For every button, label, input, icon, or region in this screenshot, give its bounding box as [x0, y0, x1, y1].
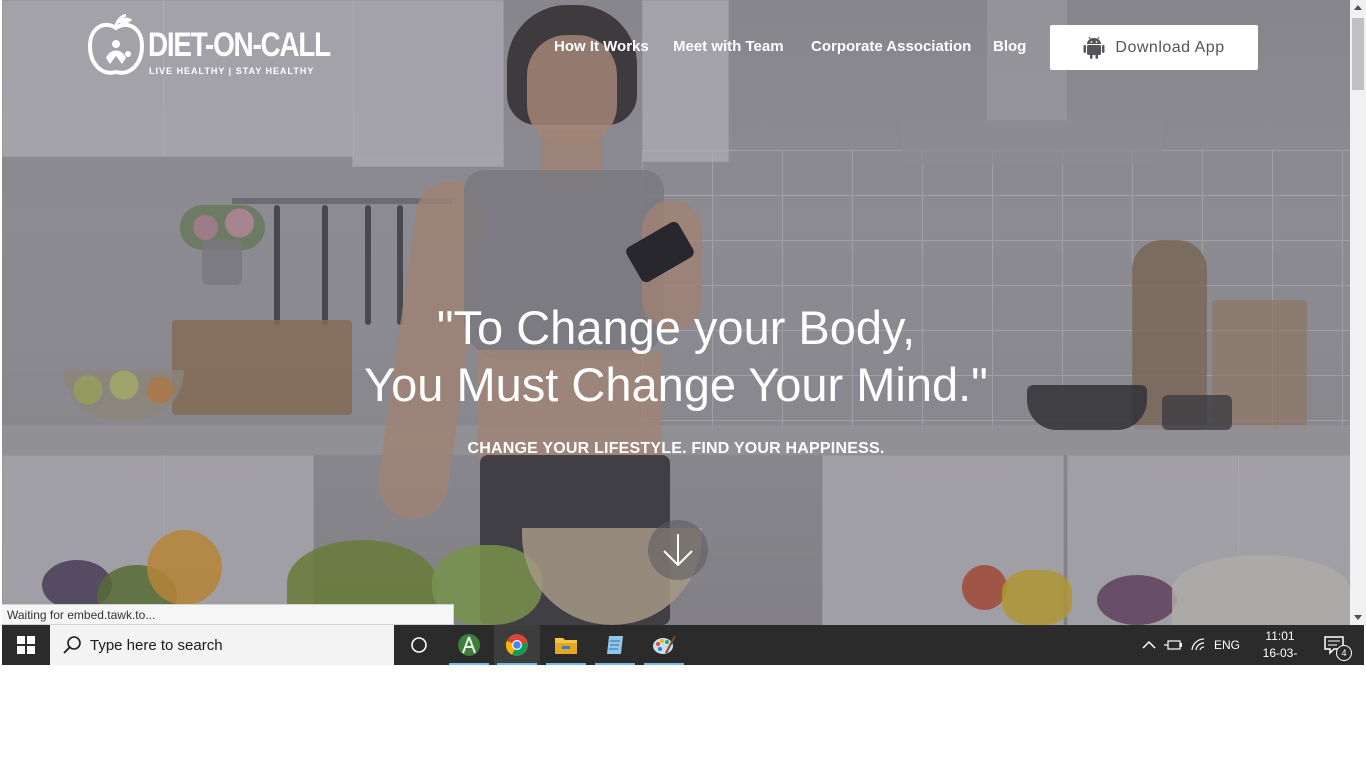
running-indicator [546, 663, 586, 665]
paint-icon [653, 635, 676, 654]
nav-blog[interactable]: Blog [993, 38, 1026, 58]
cortana-button[interactable] [402, 625, 436, 665]
running-indicator [595, 663, 635, 665]
wifi-icon [1191, 638, 1205, 651]
tray-clock[interactable]: 11:01 16-03-2020 [1250, 628, 1310, 679]
chrome-icon [505, 634, 528, 656]
browser-status-bar: Waiting for embed.tawk.to... [2, 604, 454, 625]
taskbar-app-notepad[interactable] [592, 625, 638, 665]
android-studio-icon [458, 634, 480, 656]
download-app-label: Download App [1115, 38, 1225, 56]
nav-how-it-works[interactable]: How It Works [554, 38, 649, 58]
logo-title: DIET-ON-CALL [148, 26, 331, 64]
site-logo[interactable]: DIET-ON-CALL LIVE HEALTHY | STAY HEALTHY [86, 12, 331, 82]
hero-quote-line1: "To Change your Body, [436, 301, 916, 354]
taskbar-app-file-explorer[interactable] [543, 625, 589, 665]
taskbar-app-paint[interactable] [641, 625, 687, 665]
scrollbar-thumb[interactable] [1352, 18, 1364, 90]
clock-date: 16-03-2020 [1262, 646, 1298, 677]
taskbar-app-android-studio[interactable] [446, 625, 492, 665]
taskbar-search-box[interactable]: Type here to search [50, 625, 394, 665]
page-scrollbar[interactable] [1350, 0, 1366, 625]
running-indicator [644, 663, 684, 665]
windows-logo-icon [17, 636, 35, 654]
apple-logo-icon [87, 14, 145, 75]
windows-taskbar: Type here to search ENG 11:01 16-03-2020… [2, 625, 1364, 677]
search-placeholder: Type here to search [90, 636, 223, 654]
start-button[interactable] [2, 625, 50, 665]
battery-plug-icon [1164, 640, 1182, 650]
notepad-icon [607, 636, 623, 654]
chevron-up-icon [1142, 640, 1156, 649]
browser-viewport: DIET-ON-CALL LIVE HEALTHY | STAY HEALTHY… [2, 0, 1350, 625]
file-explorer-icon [555, 638, 577, 654]
tray-language[interactable]: ENG [1214, 625, 1240, 665]
running-indicator [449, 663, 489, 665]
running-indicator [497, 663, 537, 665]
tray-battery[interactable] [1164, 625, 1182, 665]
tray-show-hidden[interactable] [1142, 625, 1156, 665]
search-icon [63, 636, 81, 654]
tray-network[interactable] [1190, 625, 1208, 665]
clock-time: 11:01 [1265, 629, 1295, 643]
hero-quote-line2: You Must Change Your Mind." [364, 358, 988, 411]
arrow-down-icon [663, 534, 693, 567]
logo-tagline: LIVE HEALTHY | STAY HEALTHY [149, 66, 315, 76]
scroll-up-arrow-icon[interactable] [1350, 0, 1366, 16]
nav-meet-with-team[interactable]: Meet with Team [673, 38, 784, 58]
scroll-down-arrow-icon[interactable] [1350, 609, 1366, 625]
nav-corporate-association[interactable]: Corporate Association [811, 38, 971, 58]
download-app-button[interactable]: Download App [1050, 25, 1258, 70]
scroll-down-button[interactable] [648, 520, 708, 580]
cortana-circle-icon [411, 637, 427, 653]
hero-subtitle: CHANGE YOUR LIFESTYLE. FIND YOUR HAPPINE… [467, 440, 885, 457]
android-icon [1083, 36, 1105, 59]
notification-count-badge: 4 [1336, 645, 1352, 661]
taskbar-app-chrome[interactable] [494, 625, 540, 665]
